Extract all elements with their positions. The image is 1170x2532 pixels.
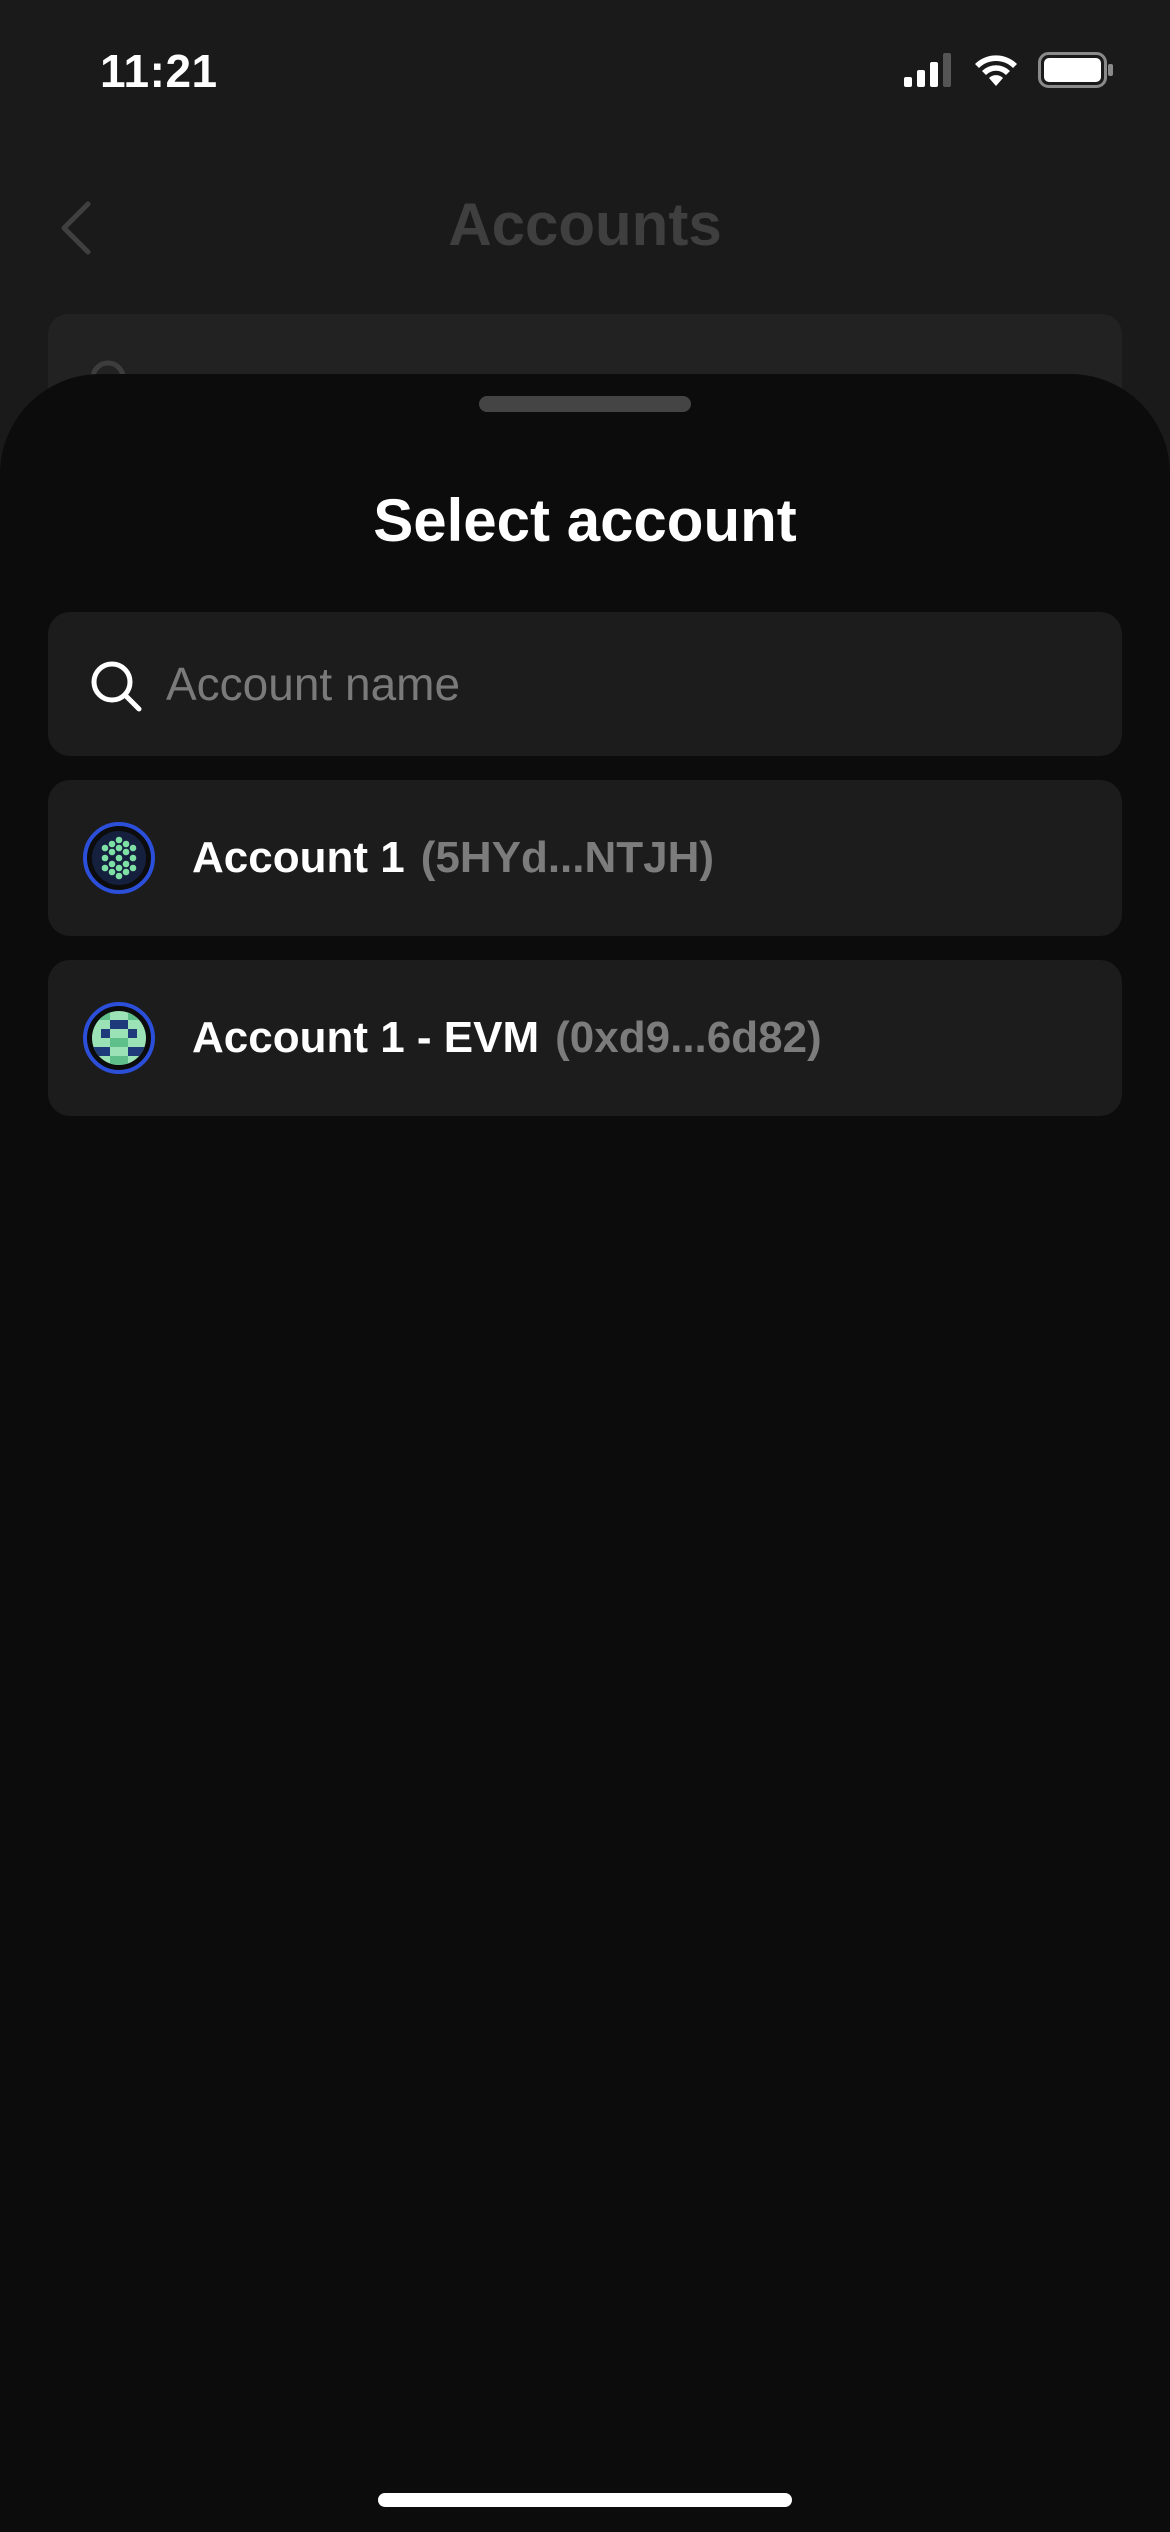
- evm-blockie-identicon: [83, 1002, 155, 1074]
- background-header: Accounts: [0, 170, 1170, 280]
- account-address: (5HYd...NTJH): [420, 833, 715, 882]
- account-search-bar[interactable]: [48, 612, 1122, 756]
- account-address: (0xd9...6d82): [555, 1013, 822, 1062]
- status-icons: [904, 52, 1114, 88]
- select-account-sheet: Select account Account name Account 1 (5…: [0, 374, 1170, 2532]
- account-search-input[interactable]: [166, 612, 1086, 756]
- account-item[interactable]: Account 1 (5HYd...NTJH): [48, 780, 1122, 936]
- background-page-title: Accounts: [448, 191, 722, 258]
- polkadot-identicon: [83, 822, 155, 894]
- wifi-icon: [975, 55, 1017, 86]
- sheet-title: Select account: [373, 487, 797, 554]
- status-time: 11:21: [100, 45, 218, 97]
- battery-icon: [1038, 52, 1113, 88]
- status-bar: 11:21: [0, 0, 1170, 140]
- account-name: Account 1 - EVM: [192, 1013, 540, 1062]
- cellular-signal-icon: [904, 53, 951, 87]
- screen: 11:21 Accounts Select account Account na…: [0, 0, 1170, 2532]
- account-item[interactable]: Account 1 - EVM (0xd9...6d82): [48, 960, 1122, 1116]
- home-indicator[interactable]: [378, 2493, 792, 2507]
- sheet-drag-handle[interactable]: [479, 396, 691, 412]
- search-icon: [91, 661, 142, 712]
- account-name: Account 1: [192, 833, 405, 882]
